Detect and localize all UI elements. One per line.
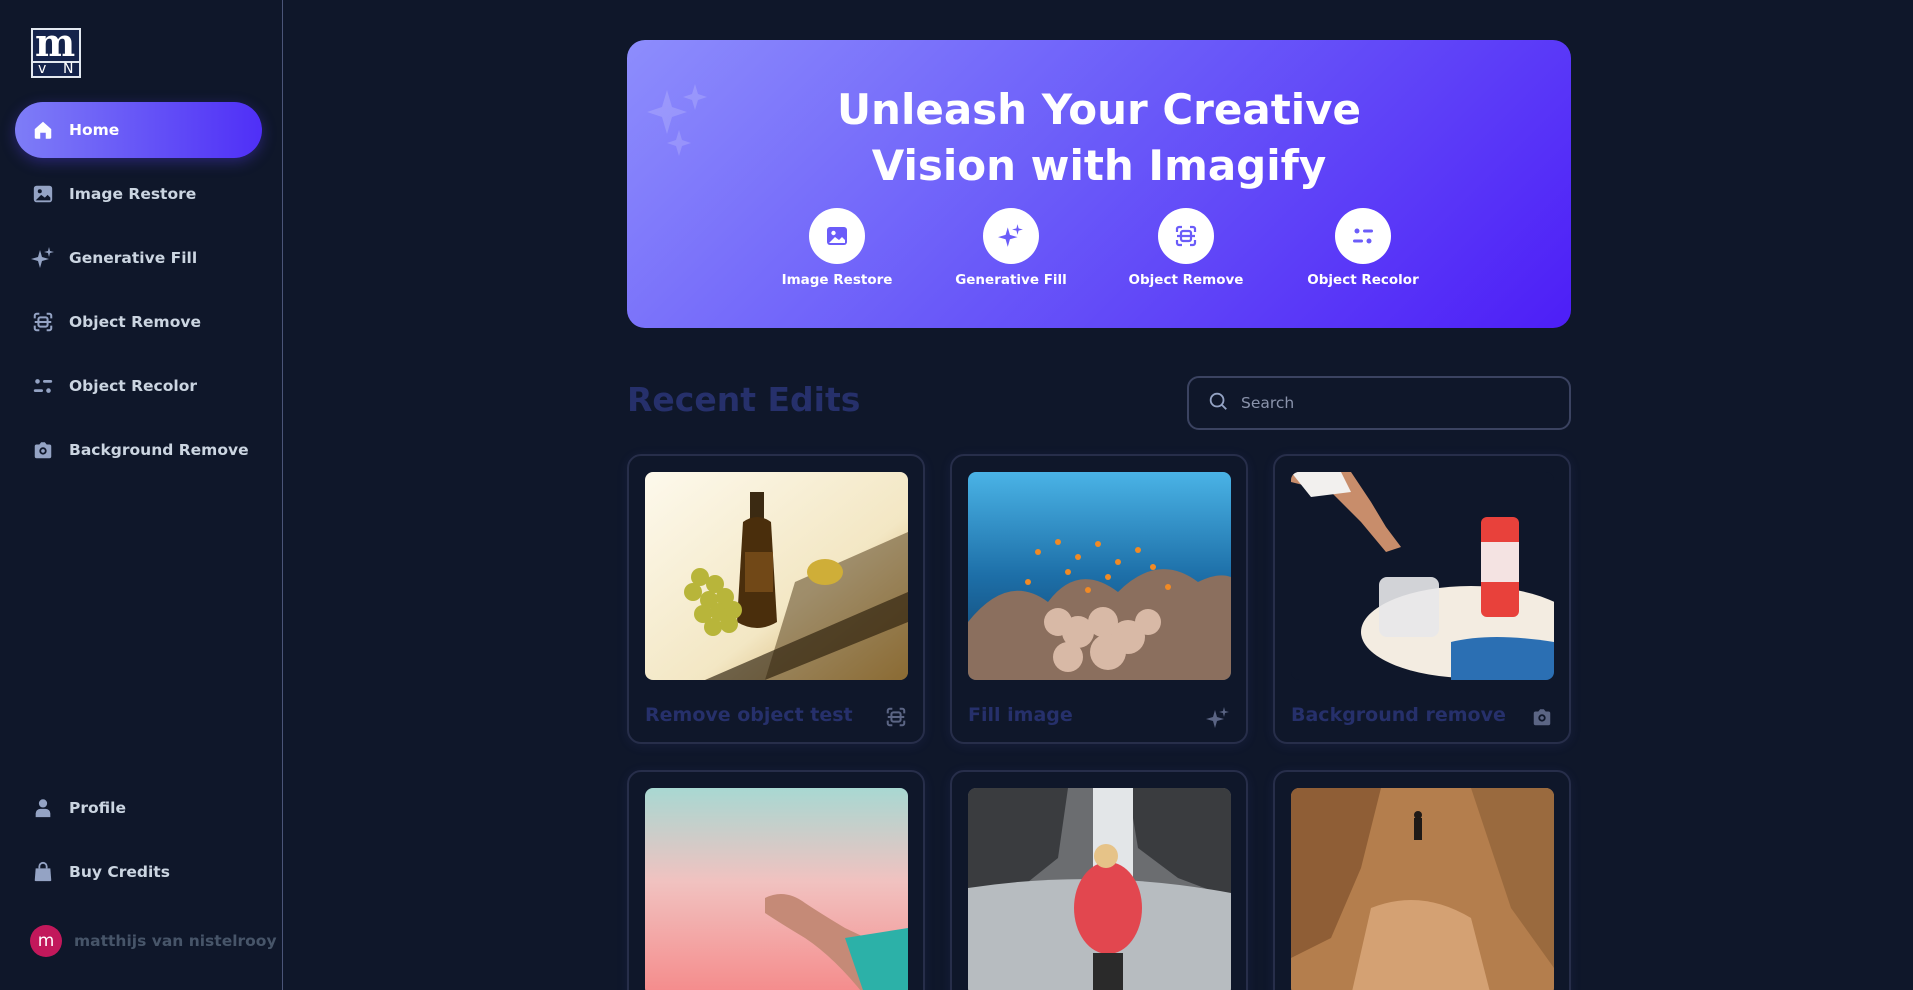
hero-title-line-1: Unleash Your Creative — [836, 85, 1362, 134]
home-icon — [31, 118, 55, 142]
card-title: Remove object test — [645, 704, 853, 726]
hero-tool-label: Object Recolor — [1307, 272, 1419, 288]
camera-icon — [31, 438, 55, 462]
sidebar-item-label: Background Remove — [69, 441, 249, 459]
sidebar-item-label: Profile — [69, 799, 126, 817]
image-icon — [809, 208, 865, 264]
image-icon — [31, 182, 55, 206]
hand-pink-sky-photo — [645, 788, 908, 990]
app-logo[interactable]: m v N — [31, 28, 81, 78]
bag-icon — [31, 860, 55, 884]
user-name: matthijs van nistelrooy — [74, 932, 277, 950]
logo-letter-right: N — [63, 61, 74, 77]
logo-letter: m — [35, 28, 76, 65]
hero-tool-object-remove[interactable]: Object Remove — [1111, 208, 1261, 288]
edit-card[interactable]: Background remove — [1273, 454, 1571, 744]
bottle-grapes-photo — [645, 472, 908, 680]
sidebar-item-profile[interactable]: Profile — [15, 780, 262, 836]
scan-icon — [1158, 208, 1214, 264]
card-title: Fill image — [968, 704, 1073, 726]
sidebar-item-label: Home — [69, 121, 120, 139]
stars-icon — [31, 246, 55, 270]
edit-card[interactable]: Fill image — [950, 454, 1248, 744]
search-icon — [1207, 390, 1229, 416]
sidebar-item-label: Object Remove — [69, 313, 201, 331]
hero-banner: Unleash Your Creative Vision with Imagif… — [627, 40, 1571, 328]
sidebar-item-home[interactable]: Home — [15, 102, 262, 158]
hero-tool-generative-fill[interactable]: Generative Fill — [936, 208, 1086, 288]
scan-icon — [885, 706, 907, 732]
hero-tool-label: Image Restore — [781, 272, 893, 288]
stars-icon — [1206, 706, 1230, 734]
scan-icon — [31, 310, 55, 334]
hero-tool-object-recolor[interactable]: Object Recolor — [1288, 208, 1438, 288]
waterfall-woman-photo — [968, 788, 1231, 990]
hand-drink-can-photo — [1291, 472, 1554, 680]
sidebar-item-label: Generative Fill — [69, 249, 198, 267]
edit-card[interactable] — [1273, 770, 1571, 990]
sidebar-item-buy-credits[interactable]: Buy Credits — [15, 844, 262, 900]
sidebar-item-background-remove[interactable]: Background Remove — [15, 422, 262, 478]
coral-reef-photo — [968, 472, 1231, 680]
avatar: m — [30, 925, 62, 957]
sidebar-item-image-restore[interactable]: Image Restore — [15, 166, 262, 222]
stars-icon — [983, 208, 1039, 264]
edit-card[interactable] — [627, 770, 925, 990]
logo-letter-left: v — [38, 61, 47, 77]
section-title: Recent Edits — [627, 380, 861, 419]
sidebar: m v N Home Image Restore Generative Fill… — [0, 0, 283, 990]
hero-tool-label: Generative Fill — [955, 272, 1067, 288]
search-input[interactable] — [1241, 394, 1561, 412]
filter-icon — [1335, 208, 1391, 264]
sidebar-item-generative-fill[interactable]: Generative Fill — [15, 230, 262, 286]
sidebar-item-label: Buy Credits — [69, 863, 170, 881]
card-title: Background remove — [1291, 704, 1506, 726]
sidebar-item-label: Image Restore — [69, 185, 197, 203]
user-profile[interactable]: m matthijs van nistelrooy — [30, 925, 277, 957]
desert-canyon-photo — [1291, 788, 1554, 990]
hero-title: Unleash Your Creative Vision with Imagif… — [627, 82, 1571, 194]
camera-icon — [1531, 706, 1553, 732]
sidebar-item-label: Object Recolor — [69, 377, 197, 395]
sidebar-item-object-remove[interactable]: Object Remove — [15, 294, 262, 350]
hero-title-line-2: Vision with Imagify — [871, 141, 1327, 190]
search-box[interactable] — [1187, 376, 1571, 430]
edit-card[interactable]: Remove object test — [627, 454, 925, 744]
hero-tool-image-restore[interactable]: Image Restore — [762, 208, 912, 288]
filter-icon — [31, 374, 55, 398]
sidebar-item-object-recolor[interactable]: Object Recolor — [15, 358, 262, 414]
hero-tool-label: Object Remove — [1128, 272, 1244, 288]
edit-card[interactable] — [950, 770, 1248, 990]
user-icon — [31, 796, 55, 820]
